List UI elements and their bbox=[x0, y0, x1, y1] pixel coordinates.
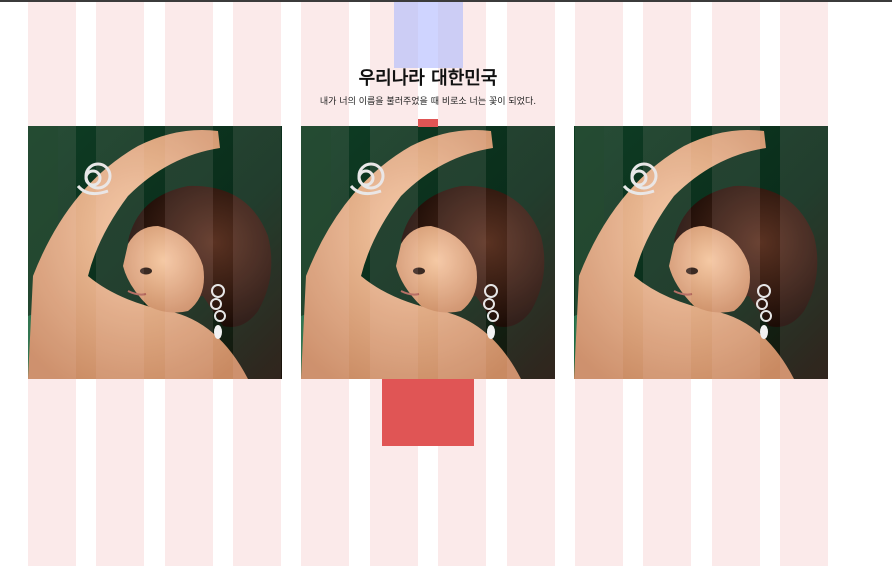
page-title: 우리나라 대한민국 bbox=[358, 68, 498, 89]
woman-with-jewelry-photo bbox=[28, 126, 282, 379]
gallery-card-1[interactable] bbox=[28, 126, 282, 379]
page: 우리나라 대한민국 내가 너의 이름을 불러주었을 때 비로소 너는 꽃이 되었… bbox=[0, 0, 892, 566]
gallery-card-2[interactable] bbox=[301, 126, 555, 379]
highlight-block-blue bbox=[394, 2, 463, 68]
red-marker-large bbox=[382, 379, 474, 446]
woman-with-jewelry-photo bbox=[301, 126, 555, 379]
highlight-block-inner bbox=[418, 2, 438, 68]
woman-with-jewelry-photo bbox=[574, 126, 828, 379]
gallery-card-3[interactable] bbox=[574, 126, 828, 379]
top-border bbox=[0, 0, 892, 2]
red-marker-small bbox=[418, 119, 438, 127]
page-subtitle: 내가 너의 이름을 불러주었을 때 비로소 너는 꽃이 되었다. bbox=[319, 97, 537, 107]
